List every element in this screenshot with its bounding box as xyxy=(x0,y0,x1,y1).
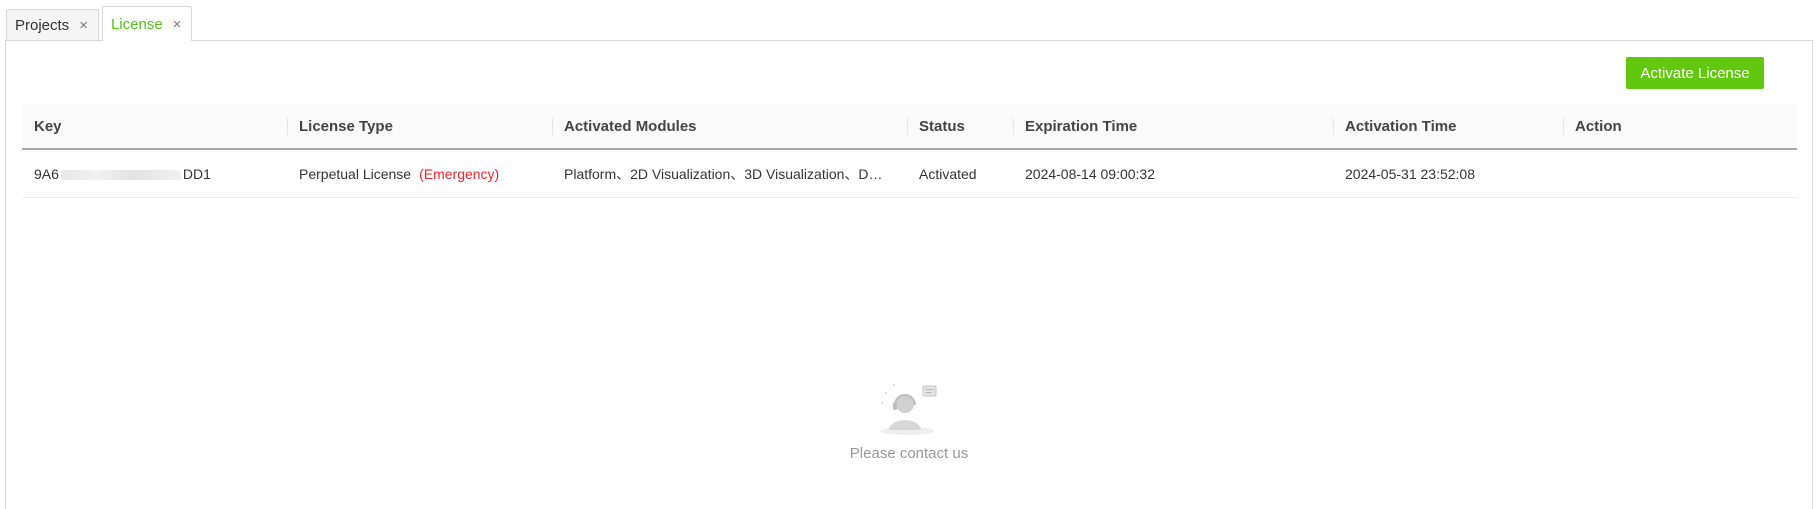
column-header-activated-modules: Activated Modules xyxy=(552,118,907,135)
expiration-time-cell: 2024-08-14 09:00:32 xyxy=(1025,165,1155,182)
activation-time-cell: 2024-05-31 23:52:08 xyxy=(1345,165,1475,182)
license-type: Perpetual License xyxy=(299,165,412,182)
license-panel: Activate License Key License Type Activa… xyxy=(5,40,1813,509)
column-header-key: Key xyxy=(34,117,62,135)
license-key-mask xyxy=(60,169,181,180)
column-header-activation-time: Activation Time xyxy=(1333,118,1563,135)
license-table: Key License Type Activated Modules Statu… xyxy=(22,104,1797,198)
column-header-expiration-time: Expiration Time xyxy=(1013,118,1333,135)
status-cell: Activated xyxy=(919,165,977,182)
license-type-cell: Perpetual License (Emergency) xyxy=(287,166,552,182)
license-key-cell: 9A6 DD1 xyxy=(22,166,287,182)
column-header-action: Action xyxy=(1563,118,1797,135)
tab-bar: Projects × License × xyxy=(6,6,195,41)
empty-state-text: Please contact us xyxy=(849,445,969,462)
license-key-prefix: 9A6 xyxy=(34,165,59,182)
emergency-tag: (Emergency) xyxy=(419,165,500,182)
tab-label: Projects xyxy=(15,17,70,34)
support-agent-icon xyxy=(880,384,937,435)
activate-license-button[interactable]: Activate License xyxy=(1626,57,1764,89)
close-icon[interactable]: × xyxy=(79,18,88,33)
tab-projects[interactable]: Projects × xyxy=(6,9,99,41)
empty-state: Please contact us xyxy=(6,381,1812,462)
tab-license[interactable]: License × xyxy=(101,6,193,41)
tab-label: License xyxy=(110,15,163,33)
column-header-license-type: License Type xyxy=(287,118,552,135)
activated-modules-cell: Platform、2D Visualization、3D Visualizati… xyxy=(564,165,883,182)
column-header-status: Status xyxy=(907,118,1013,135)
license-key-suffix: DD1 xyxy=(182,165,211,182)
table-header: Key License Type Activated Modules Statu… xyxy=(22,104,1797,150)
close-icon[interactable]: × xyxy=(173,17,182,32)
table-row: 9A6 DD1 Perpetual License (Emergency) Plat… xyxy=(22,150,1797,198)
